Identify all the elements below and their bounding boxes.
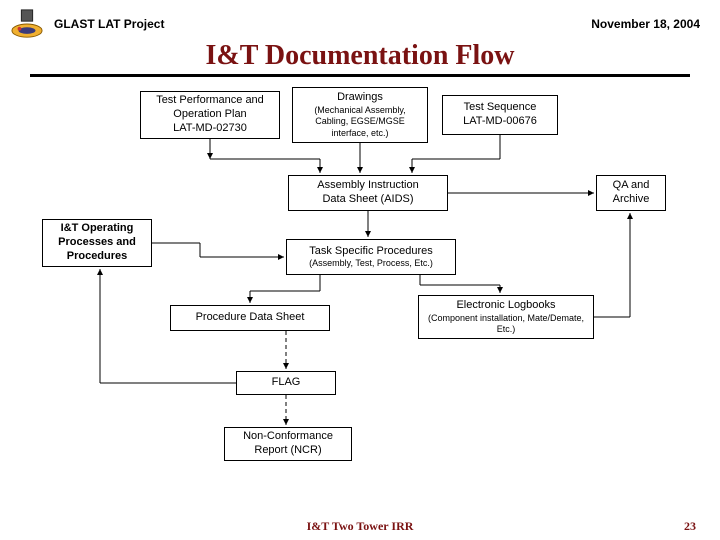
box-procedure-data-sheet: Procedure Data Sheet	[170, 305, 330, 331]
text: Non-Conformance	[229, 430, 347, 444]
text: Operation Plan	[145, 108, 275, 122]
footer-label: I&T Two Tower IRR	[0, 519, 720, 534]
header: GLAST LAT Project November 18, 2004	[0, 0, 720, 40]
box-drawings: Drawings (Mechanical Assembly, Cabling, …	[292, 87, 428, 143]
text: I&T Operating	[47, 222, 147, 236]
text: Test Sequence	[447, 101, 553, 115]
text: LAT-MD-00676	[447, 115, 553, 129]
text: QA and	[601, 179, 661, 193]
arrows-layer	[0, 81, 720, 511]
text: Procedures	[47, 250, 147, 264]
text: Task Specific Procedures	[291, 245, 451, 259]
box-electronic-logbooks: Electronic Logbooks (Component installat…	[418, 295, 594, 339]
box-qa-archive: QA and Archive	[596, 175, 666, 211]
subtext: (Assembly, Test, Process, Etc.)	[291, 258, 451, 269]
text: Report (NCR)	[229, 444, 347, 458]
subtext: (Mechanical Assembly, Cabling, EGSE/MGSE…	[297, 105, 423, 139]
title-rule	[30, 74, 690, 77]
text: Drawings	[297, 91, 423, 105]
text: Assembly Instruction	[293, 179, 443, 193]
text: Procedure Data Sheet	[175, 311, 325, 325]
project-name: GLAST LAT Project	[54, 17, 591, 31]
box-flag: FLAG	[236, 371, 336, 395]
box-aids: Assembly Instruction Data Sheet (AIDS)	[288, 175, 448, 211]
logo-icon	[8, 8, 46, 40]
box-operating-processes: I&T Operating Processes and Procedures	[42, 219, 152, 267]
page-number: 23	[684, 519, 696, 534]
box-test-sequence: Test Sequence LAT-MD-00676	[442, 95, 558, 135]
text: FLAG	[241, 376, 331, 390]
page-title: I&T Documentation Flow	[0, 40, 720, 72]
header-date: November 18, 2004	[591, 17, 700, 31]
text: Data Sheet (AIDS)	[293, 193, 443, 207]
text: Archive	[601, 193, 661, 207]
text: Test Performance and	[145, 94, 275, 108]
box-task-specific: Task Specific Procedures (Assembly, Test…	[286, 239, 456, 275]
diagram-canvas: Test Performance and Operation Plan LAT-…	[0, 81, 720, 511]
text: Processes and	[47, 236, 147, 250]
text: LAT-MD-02730	[145, 122, 275, 136]
subtext: (Component installation, Mate/Demate, Et…	[423, 313, 589, 336]
text: Electronic Logbooks	[423, 299, 589, 313]
box-test-performance: Test Performance and Operation Plan LAT-…	[140, 91, 280, 139]
box-ncr: Non-Conformance Report (NCR)	[224, 427, 352, 461]
